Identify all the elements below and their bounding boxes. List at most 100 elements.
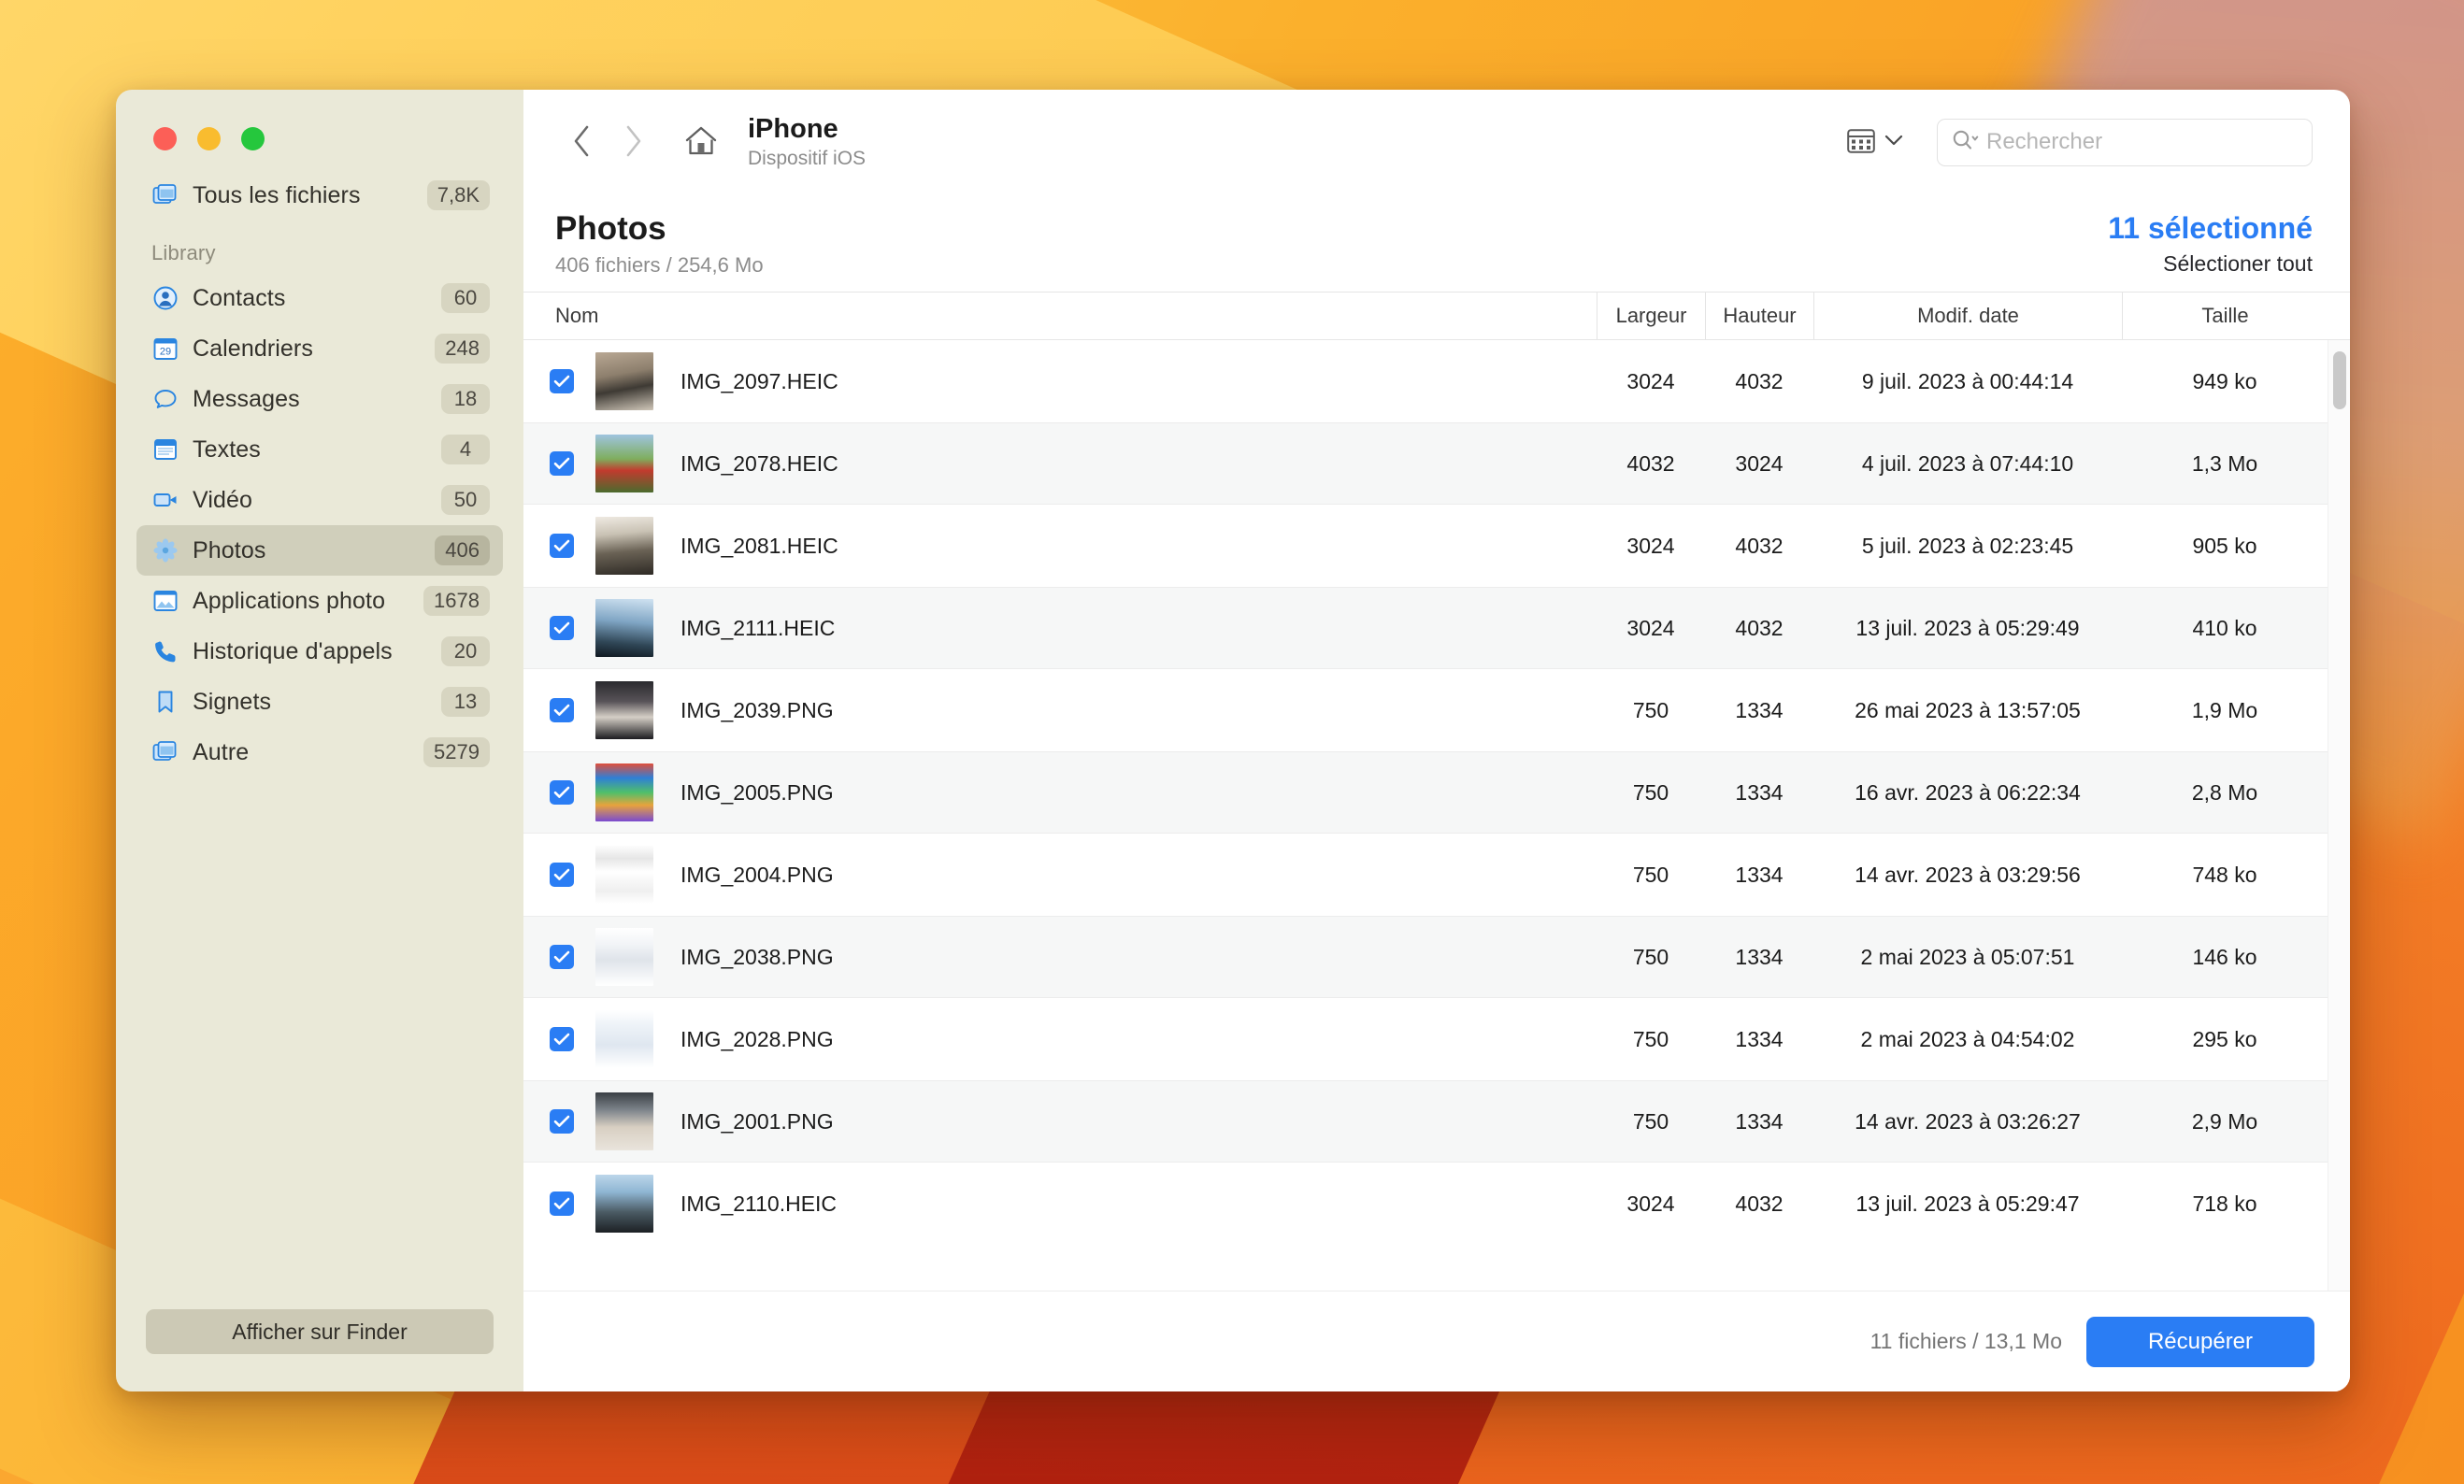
- row-checkbox-cell[interactable]: [523, 534, 581, 558]
- row-checkbox-cell[interactable]: [523, 369, 581, 393]
- row-checkbox[interactable]: [550, 698, 574, 722]
- row-checkbox-cell[interactable]: [523, 780, 581, 805]
- back-button[interactable]: [555, 116, 608, 168]
- column-header-size[interactable]: Taille: [2122, 293, 2328, 339]
- row-checkbox-cell[interactable]: [523, 863, 581, 887]
- phone-icon: [151, 637, 179, 665]
- table-row[interactable]: IMG_2111.HEIC 3024 4032 13 juil. 2023 à 05:…: [523, 587, 2328, 669]
- section-title-block: Photos 406 fichiers / 254,6 Mo: [555, 210, 764, 278]
- row-filename: IMG_2110.HEIC: [680, 1191, 838, 1216]
- sidebar-list: Tous les fichiers 7,8K Library Contacts …: [116, 159, 523, 1309]
- row-size: 146 ko: [2192, 944, 2257, 969]
- row-checkbox[interactable]: [550, 369, 574, 393]
- table-row[interactable]: IMG_2004.PNG 750 1334 14 avr. 2023 à 03:29:…: [523, 834, 2328, 916]
- row-thumbnail-cell: [581, 435, 667, 492]
- sidebar-item-count: 4: [441, 435, 490, 464]
- row-checkbox[interactable]: [550, 451, 574, 476]
- search-box[interactable]: [1937, 118, 2313, 166]
- sidebar-item-bookmarks[interactable]: Signets 13: [136, 677, 503, 727]
- home-button[interactable]: [675, 116, 727, 168]
- table-row[interactable]: IMG_2039.PNG 750 1334 26 mai 2023 à 13:57:0…: [523, 669, 2328, 751]
- sidebar-item-label: Textes: [193, 435, 261, 463]
- row-checkbox-cell[interactable]: [523, 616, 581, 640]
- row-width: 750: [1632, 1026, 1669, 1051]
- section-header: Photos 406 fichiers / 254,6 Mo 11 sélect…: [523, 194, 2350, 292]
- row-size: 905 ko: [2192, 533, 2257, 558]
- row-filename: IMG_2039.PNG: [680, 697, 834, 722]
- forward-button[interactable]: [608, 116, 660, 168]
- sidebar-item-contacts[interactable]: Contacts 60: [136, 273, 503, 323]
- sidebar-item-video[interactable]: Vidéo 50: [136, 475, 503, 525]
- files-stack-icon: [151, 181, 179, 209]
- column-header-height[interactable]: Hauteur: [1705, 293, 1813, 339]
- column-header-date[interactable]: Modif. date: [1813, 293, 2122, 339]
- row-width: 750: [1632, 944, 1669, 969]
- sidebar-item-calendars[interactable]: 29 Calendriers 248: [136, 323, 503, 374]
- svg-text:29: 29: [160, 347, 171, 358]
- table-row[interactable]: IMG_2110.HEIC 3024 4032 13 juil. 2023 à 05:…: [523, 1163, 2328, 1245]
- table-row[interactable]: IMG_2078.HEIC 4032 3024 4 juil. 2023 à 07:4…: [523, 422, 2328, 505]
- column-header-width[interactable]: Largeur: [1597, 293, 1705, 339]
- row-checkbox[interactable]: [550, 1191, 574, 1216]
- row-height: 3024: [1735, 450, 1784, 476]
- row-checkbox[interactable]: [550, 1027, 574, 1051]
- row-checkbox[interactable]: [550, 616, 574, 640]
- table-row[interactable]: IMG_2097.HEIC 3024 4032 9 juil. 2023 à 00:4…: [523, 340, 2328, 422]
- sidebar-item-photos[interactable]: Photos 406: [136, 525, 503, 576]
- table-row[interactable]: IMG_2005.PNG 750 1334 16 avr. 2023 à 06:22:…: [523, 751, 2328, 834]
- row-checkbox-cell[interactable]: [523, 1109, 581, 1134]
- photo-thumbnail: [595, 517, 653, 575]
- row-height: 4032: [1735, 1191, 1784, 1216]
- sidebar-item-messages[interactable]: Messages 18: [136, 374, 503, 424]
- table-row[interactable]: IMG_2038.PNG 750 1334 2 mai 2023 à 05:07:51…: [523, 916, 2328, 998]
- footer-info: 11 fichiers / 13,1 Mo: [1869, 1329, 2062, 1353]
- toolbar-right: [1840, 118, 2313, 166]
- row-checkbox[interactable]: [550, 863, 574, 887]
- row-size: 1,3 Mo: [2191, 450, 2258, 476]
- sidebar-item-call-history[interactable]: Historique d'appels 20: [136, 626, 503, 677]
- select-all-button[interactable]: Sélectioner tout: [2108, 251, 2313, 277]
- column-header-name[interactable]: Nom: [523, 293, 1597, 339]
- sidebar-item-photo-apps[interactable]: Applications photo 1678: [136, 576, 503, 626]
- table-row[interactable]: IMG_2028.PNG 750 1334 2 mai 2023 à 04:54:02…: [523, 998, 2328, 1080]
- table-row[interactable]: IMG_2001.PNG 750 1334 14 avr. 2023 à 03:26:…: [523, 1080, 2328, 1163]
- row-checkbox[interactable]: [550, 534, 574, 558]
- selected-count-label[interactable]: 11 sélectionné: [2108, 211, 2313, 246]
- sidebar-item-all-files[interactable]: Tous les fichiers 7,8K: [136, 170, 503, 221]
- row-checkbox-cell[interactable]: [523, 1027, 581, 1051]
- row-date: 2 mai 2023 à 05:07:51: [1860, 944, 2075, 969]
- sidebar-item-count: 5279: [423, 737, 490, 767]
- row-checkbox[interactable]: [550, 780, 574, 805]
- sidebar-item-label: Autre: [193, 738, 250, 765]
- chevron-right-icon: [622, 123, 646, 162]
- minimize-button[interactable]: [197, 127, 221, 150]
- scrollbar-track[interactable]: [2328, 340, 2350, 1291]
- row-checkbox[interactable]: [550, 1109, 574, 1134]
- sidebar-item-label: Photos: [193, 536, 266, 564]
- table-row[interactable]: IMG_2081.HEIC 3024 4032 5 juil. 2023 à 02:2…: [523, 505, 2328, 587]
- sidebar-item-other[interactable]: Autre 5279: [136, 727, 503, 778]
- view-options-button[interactable]: [1840, 123, 1911, 162]
- message-bubble-icon: [151, 385, 179, 413]
- search-input[interactable]: [1986, 129, 2299, 155]
- row-checkbox-cell[interactable]: [523, 945, 581, 969]
- sidebar-item-texts[interactable]: Textes 4: [136, 424, 503, 475]
- close-button[interactable]: [153, 127, 177, 150]
- main-panel: iPhone Dispositif iOS Rechercher Photos …: [523, 90, 2350, 1391]
- photo-thumbnail: [595, 1010, 653, 1068]
- sidebar-item-count: 60: [441, 283, 490, 313]
- row-height: 1334: [1735, 862, 1784, 887]
- row-checkbox[interactable]: [550, 945, 574, 969]
- row-checkbox-cell[interactable]: [523, 1191, 581, 1216]
- photo-thumbnail: [595, 1175, 653, 1233]
- recover-button[interactable]: Récupérer: [2086, 1316, 2314, 1367]
- row-checkbox-cell[interactable]: [523, 698, 581, 722]
- sidebar-item-label: Vidéo: [193, 486, 252, 513]
- sidebar-item-count: 18: [441, 384, 490, 414]
- show-in-finder-button[interactable]: Afficher sur Finder: [146, 1309, 494, 1354]
- table-header: Nom Largeur Hauteur Modif. date Taille: [523, 292, 2350, 340]
- scrollbar-thumb[interactable]: [2333, 351, 2346, 409]
- row-checkbox-cell[interactable]: [523, 451, 581, 476]
- maximize-button[interactable]: [241, 127, 265, 150]
- row-filename: IMG_2111.HEIC: [680, 615, 836, 640]
